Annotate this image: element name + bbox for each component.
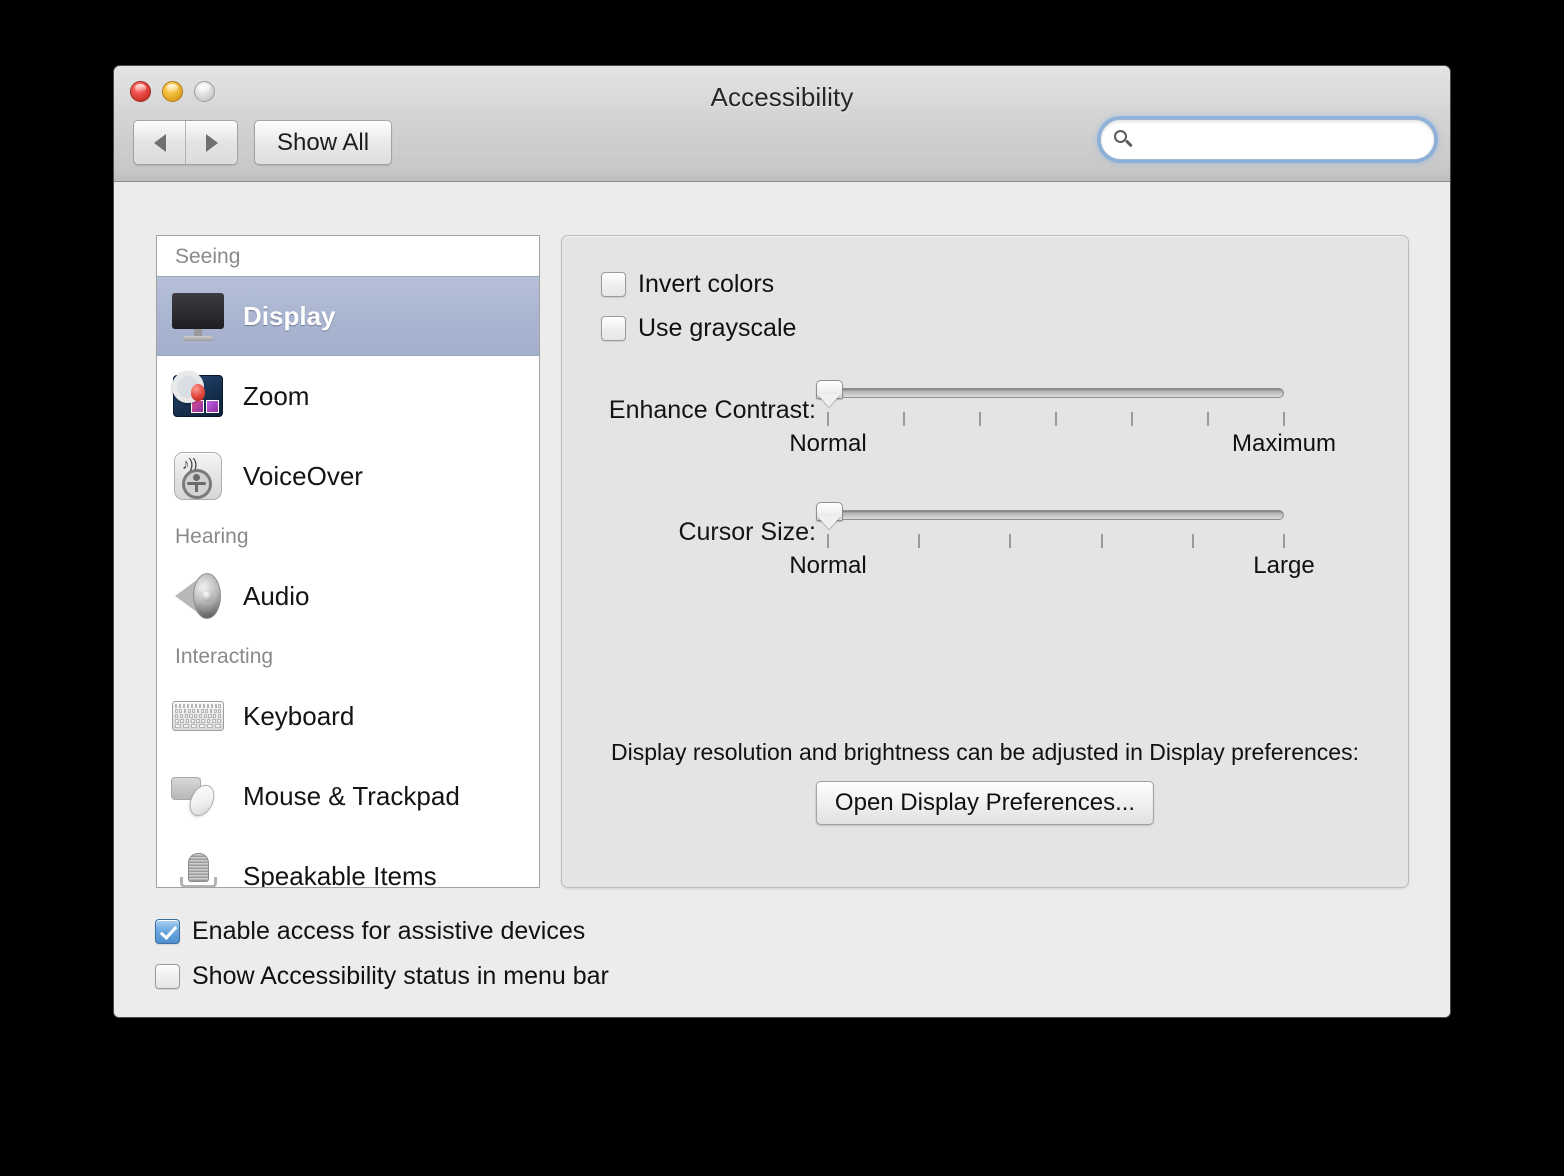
show-accessibility-status-row[interactable]: Show Accessibility status in menu bar [155,962,609,991]
sidebar-item-label: Keyboard [243,700,355,731]
mouse-trackpad-icon [169,767,227,825]
show-accessibility-status-label: Show Accessibility status in menu bar [192,962,609,990]
open-display-preferences-button[interactable]: Open Display Preferences... [815,781,1155,825]
sidebar-item-zoom[interactable]: Zoom [157,356,539,436]
display-preferences-note: Display resolution and brightness can be… [611,739,1359,765]
sidebar-item-mouse-trackpad[interactable]: Mouse & Trackpad [157,756,539,836]
sidebar-item-display[interactable]: Display [157,276,539,356]
forward-button[interactable] [185,121,237,164]
cursor-size-min-label: Normal [789,552,867,579]
cursor-size-endcaps: Normal Large [789,552,1314,582]
display-settings-panel: Invert colors Use grayscale Enhance Cont… [561,235,1409,888]
search-input[interactable] [1134,128,1434,151]
audio-speaker-icon [169,567,227,625]
enhance-contrast-thumb[interactable] [815,380,843,407]
use-grayscale-checkbox-row[interactable]: Use grayscale [601,314,796,343]
window-title: Accessibility [710,82,854,112]
chevron-right-icon [205,133,218,152]
cursor-size-max-label: Large [1253,552,1315,579]
cursor-size-label: Cursor Size: [678,518,816,546]
sidebar-group-hearing: Hearing [157,516,539,556]
cursor-size-slider-block: Cursor Size: Normal Large [678,502,1315,579]
invert-colors-label: Invert colors [638,270,775,298]
accessibility-preferences-window: Accessibility Show All Seeing Display Zo… [113,65,1451,1018]
sidebar-item-speakable-items[interactable]: Speakable Items [157,836,539,888]
enhance-contrast-ticks [827,412,1285,426]
sidebar-item-keyboard[interactable]: Keyboard [157,676,539,756]
window-body: Seeing Display Zoom ♪)) VoiceOver Hearin… [114,182,1450,1017]
global-accessibility-options: Enable access for assistive devices Show… [155,917,609,991]
cursor-size-ticks [827,534,1285,548]
enhance-contrast-endcaps: Normal Maximum [789,430,1336,460]
cursor-size-slider[interactable] [815,502,1284,529]
enable-assistive-devices-checkbox[interactable] [155,919,180,944]
search-icon [1114,129,1134,150]
keyboard-icon [169,687,227,745]
sidebar-item-label: Display [243,300,336,331]
back-button[interactable] [134,121,185,164]
use-grayscale-label: Use grayscale [638,314,797,342]
enhance-contrast-slider[interactable] [815,380,1284,407]
sidebar-item-label: Zoom [243,380,310,411]
sidebar-item-voiceover[interactable]: ♪)) VoiceOver [157,436,539,516]
sidebar-item-label: VoiceOver [243,460,363,491]
invert-colors-checkbox[interactable] [601,272,626,297]
use-grayscale-checkbox[interactable] [601,316,626,341]
sidebar-group-seeing: Seeing [157,236,539,276]
sidebar-item-label: Mouse & Trackpad [243,780,460,811]
enhance-contrast-slider-block: Enhance Contrast: Normal Maximum [609,380,1336,457]
zoom-icon [169,367,227,425]
display-icon [169,287,227,345]
enhance-contrast-label: Enhance Contrast: [608,396,816,424]
microphone-icon [169,847,227,887]
sidebar-item-audio[interactable]: Audio [157,556,539,636]
enhance-contrast-min-label: Normal [789,430,867,457]
cursor-size-thumb[interactable] [815,502,843,529]
show-accessibility-status-checkbox[interactable] [155,964,180,989]
enable-assistive-devices-label: Enable access for assistive devices [192,917,586,945]
enable-assistive-devices-row[interactable]: Enable access for assistive devices [155,917,609,946]
enhance-contrast-max-label: Maximum [1231,430,1337,457]
navigation-segmented-control [133,120,238,165]
voiceover-icon: ♪)) [169,447,227,505]
accessibility-category-list[interactable]: Seeing Display Zoom ♪)) VoiceOver Hearin… [156,235,540,888]
window-titlebar: Accessibility Show All [114,66,1450,182]
sidebar-group-interacting: Interacting [157,636,539,676]
invert-colors-checkbox-row[interactable]: Invert colors [601,270,774,299]
sidebar-item-label: Audio [243,580,310,611]
search-field[interactable] [1100,119,1435,160]
chevron-left-icon [153,133,166,152]
show-all-button[interactable]: Show All [254,120,393,165]
sidebar-item-label: Speakable Items [243,860,437,888]
